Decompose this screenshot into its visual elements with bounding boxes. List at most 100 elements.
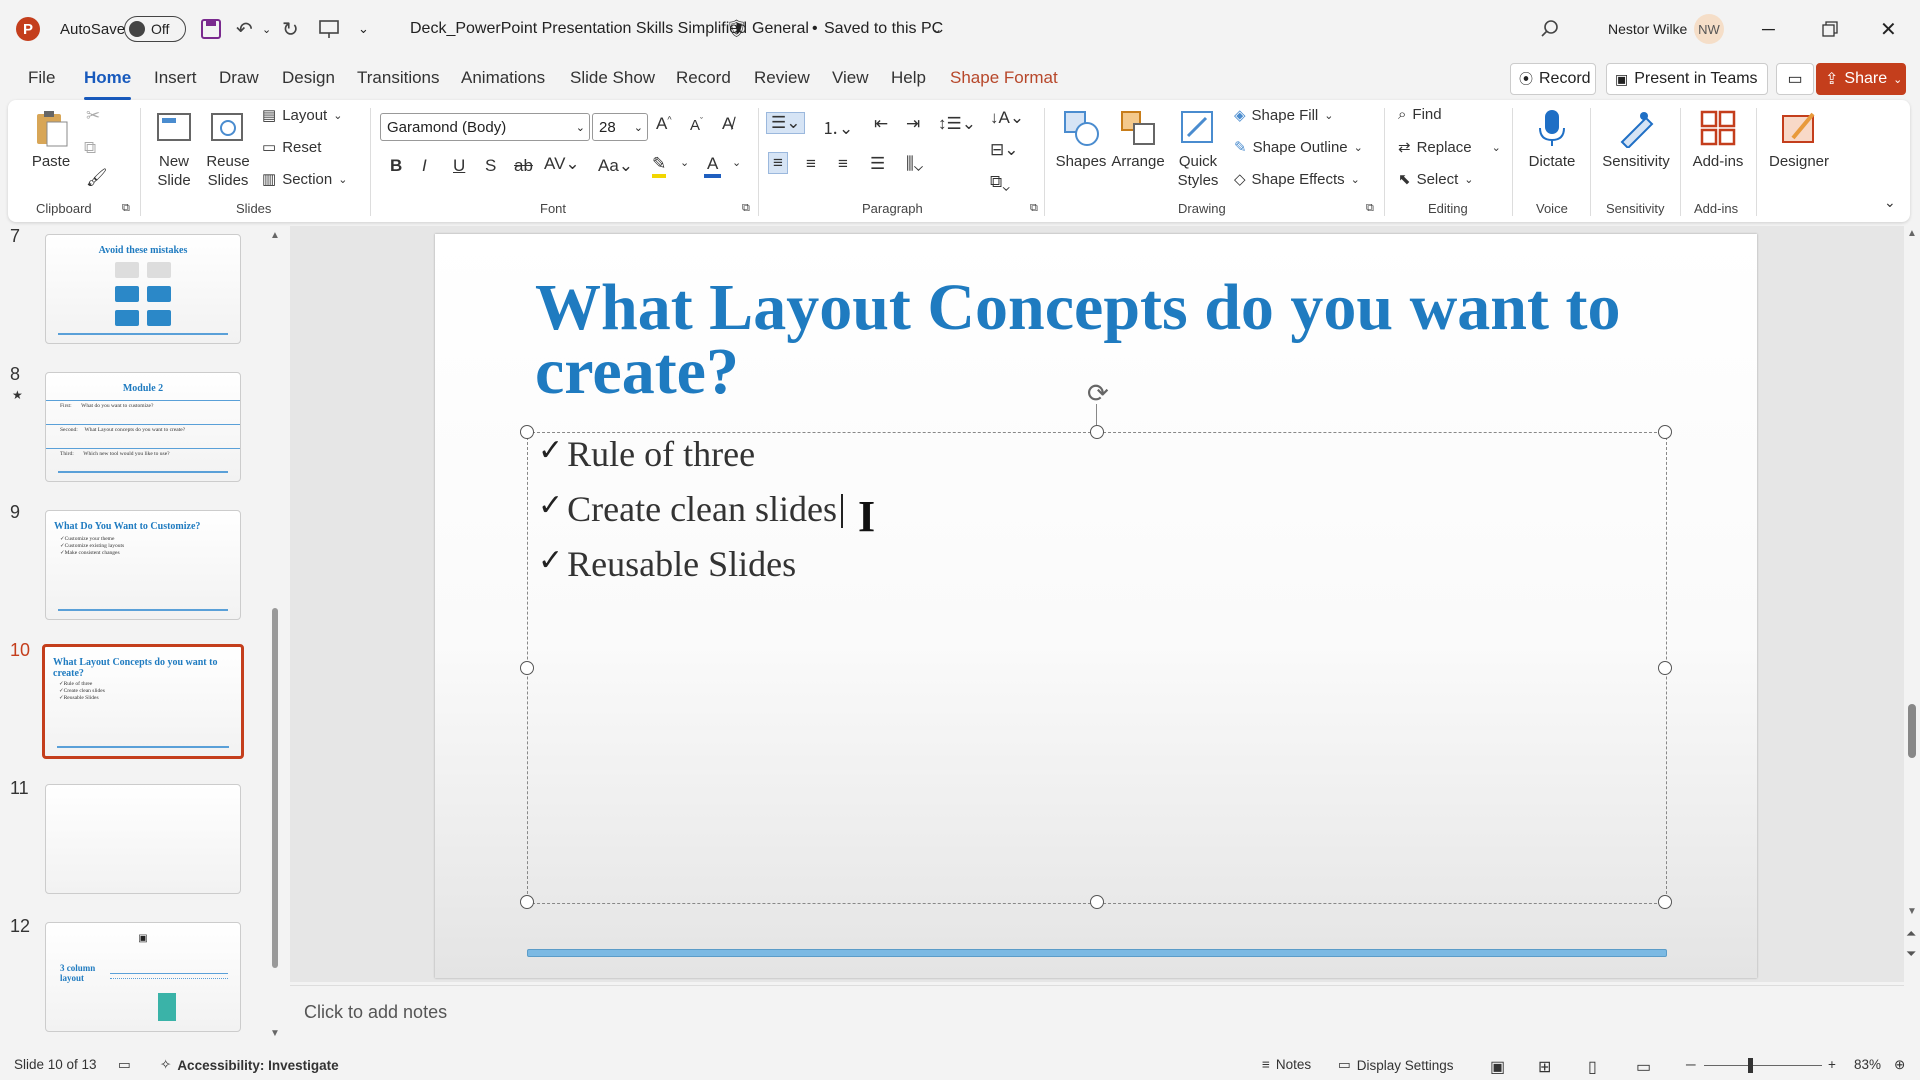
minimize-icon[interactable]: ─ — [1762, 0, 1775, 58]
format-painter-icon[interactable]: 🖌 — [86, 168, 108, 188]
slide-thumbnail-9[interactable]: What Do You Want to Customize? ✓Customiz… — [45, 510, 241, 620]
reset-button[interactable]: ▭ Reset — [262, 138, 321, 157]
add-ins-button[interactable]: Add-ins — [1690, 108, 1746, 171]
content-placeholder[interactable]: ✓ Rule of three ✓ Create clean slides ✓ Reu… — [520, 425, 1672, 909]
fit-slide-icon[interactable]: ⊕ — [1894, 1057, 1905, 1073]
align-left-icon[interactable]: ≡ — [768, 152, 788, 174]
underline-icon[interactable]: U — [453, 156, 465, 176]
autosave-toggle[interactable]: Off — [124, 16, 186, 42]
resize-handle[interactable] — [1658, 661, 1672, 675]
reuse-slides-button[interactable]: Reuse Slides — [206, 108, 250, 190]
undo-dropdown-icon[interactable]: ⌄ — [262, 0, 271, 58]
tab-file[interactable]: File — [28, 68, 55, 92]
numbering-icon[interactable]: ⒈⌄ — [822, 114, 853, 139]
redo-icon[interactable]: ↻ — [282, 0, 299, 58]
tab-insert[interactable]: Insert — [154, 68, 197, 92]
cut-icon[interactable]: ✂ — [86, 106, 100, 126]
resize-handle[interactable] — [1090, 425, 1104, 439]
slide-thumbnail-7[interactable]: Avoid these mistakes — [45, 234, 241, 344]
tab-shape-format[interactable]: Shape Format — [950, 68, 1058, 92]
align-right-icon[interactable]: ≡ — [838, 154, 848, 174]
save-status-chevron-icon[interactable]: ⌄ — [932, 0, 942, 58]
zoom-slider[interactable] — [1704, 1065, 1822, 1066]
close-icon[interactable]: ✕ — [1880, 0, 1897, 58]
strikethrough-icon[interactable]: ab — [514, 156, 533, 176]
resize-handle[interactable] — [1090, 895, 1104, 909]
slide-canvas[interactable]: What Layout Concepts do you want to crea… — [435, 234, 1757, 978]
shape-fill-button[interactable]: ◈ Shape Fill ⌄ — [1234, 106, 1333, 125]
previous-slide-icon[interactable]: ⏶ — [1906, 926, 1916, 942]
spelling-check-icon[interactable]: ▭ — [118, 1057, 131, 1073]
drawing-launcher-icon[interactable]: ⧉ — [1366, 202, 1374, 215]
highlight-chevron-icon[interactable]: ⌄ — [680, 156, 689, 169]
align-text-icon[interactable]: ⊟⌄ — [990, 140, 1019, 160]
notes-pane[interactable]: Click to add notes — [290, 985, 1904, 1035]
designer-button[interactable]: Designer — [1766, 108, 1832, 171]
paragraph-launcher-icon[interactable]: ⧉ — [1030, 202, 1038, 215]
notes-button[interactable]: ≡ Notes — [1262, 1057, 1311, 1072]
zoom-in-icon[interactable]: + — [1828, 1057, 1836, 1072]
font-size-select[interactable]: 28 ⌄ — [592, 113, 648, 141]
accessibility-button[interactable]: ✧ Accessibility: Investigate — [160, 1057, 339, 1073]
shapes-button[interactable]: Shapes — [1054, 108, 1108, 171]
restore-icon[interactable] — [1822, 0, 1838, 58]
customize-toolbar-icon[interactable]: ⌄ — [358, 0, 369, 58]
change-case-icon[interactable]: Aa⌄ — [598, 156, 633, 176]
tab-design[interactable]: Design — [282, 68, 335, 92]
document-title[interactable]: Deck_PowerPoint Presentation Skills Simp… — [410, 0, 747, 58]
resize-handle[interactable] — [1658, 895, 1672, 909]
sensitivity-button[interactable]: Sensitivity — [1598, 108, 1674, 171]
notes-placeholder[interactable]: Click to add notes — [304, 1002, 447, 1023]
slide-sorter-icon[interactable]: ⊞ — [1538, 1057, 1551, 1077]
reading-view-icon[interactable]: ▯ — [1588, 1057, 1597, 1077]
present-from-start-icon[interactable] — [318, 0, 340, 58]
clear-formatting-icon[interactable]: A̸ — [722, 114, 733, 134]
tab-animations[interactable]: Animations — [461, 68, 545, 92]
next-slide-icon[interactable]: ⏷ — [1906, 946, 1916, 962]
shape-outline-button[interactable]: ✎ Shape Outline ⌄ — [1234, 138, 1363, 157]
tab-review[interactable]: Review — [754, 68, 810, 92]
zoom-out-icon[interactable]: ─ — [1686, 1057, 1696, 1072]
resize-handle[interactable] — [520, 661, 534, 675]
scrollbar-thumb[interactable] — [272, 608, 278, 968]
tab-help[interactable]: Help — [891, 68, 926, 92]
tab-slide-show[interactable]: Slide Show — [570, 68, 655, 92]
resize-handle[interactable] — [1658, 425, 1672, 439]
collapse-ribbon-icon[interactable]: ⌄ — [1884, 194, 1896, 211]
character-spacing-icon[interactable]: AV⌄ — [544, 154, 580, 174]
save-status[interactable]: Saved to this PC — [824, 0, 943, 58]
decrease-indent-icon[interactable]: ⇤ — [874, 114, 888, 134]
tab-record[interactable]: Record — [676, 68, 731, 92]
select-button[interactable]: ⬉ Select ⌄ — [1398, 170, 1474, 189]
justify-icon[interactable]: ☰ — [870, 154, 885, 174]
scroll-down-arrow-icon[interactable]: ▼ — [1907, 906, 1917, 917]
paste-button[interactable]: Paste — [26, 108, 76, 171]
layout-button[interactable]: ▤ Layout ⌄ — [262, 106, 342, 125]
shape-effects-button[interactable]: ◇ Shape Effects ⌄ — [1234, 170, 1360, 189]
text-shadow-icon[interactable]: S — [485, 156, 496, 176]
font-color-icon[interactable]: A — [704, 154, 722, 178]
record-button[interactable]: ⦿ Record — [1510, 63, 1596, 95]
highlight-icon[interactable]: ✎ — [652, 154, 667, 178]
zoom-slider-thumb[interactable] — [1748, 1058, 1753, 1073]
scroll-up-arrow-icon[interactable]: ▲ — [1907, 228, 1917, 239]
convert-smartart-icon[interactable]: ⧉⌄ — [990, 172, 1010, 192]
copy-icon[interactable]: ⧉ — [84, 138, 96, 158]
font-family-select[interactable]: Garamond (Body) ⌄ — [380, 113, 590, 141]
font-launcher-icon[interactable]: ⧉ — [742, 202, 750, 215]
line-spacing-icon[interactable]: ↕☰⌄ — [938, 114, 976, 134]
present-in-teams-button[interactable]: ▣ Present in Teams — [1606, 63, 1768, 95]
find-button[interactable]: ⌕ Find — [1398, 106, 1442, 123]
avatar[interactable]: NW — [1694, 14, 1724, 44]
display-settings-button[interactable]: ▭ Display Settings — [1338, 1057, 1454, 1073]
resize-handle[interactable] — [520, 895, 534, 909]
zoom-level[interactable]: 83% — [1854, 1057, 1881, 1072]
slide-thumbnail-8[interactable]: Module 2 First: What do you want to cust… — [45, 372, 241, 482]
increase-font-size-icon[interactable]: A^ — [656, 114, 672, 134]
slide-thumbnail-10[interactable]: What Layout Concepts do you want to crea… — [42, 644, 244, 759]
columns-icon[interactable]: ⫼⌄ — [906, 154, 923, 174]
sensitivity-label[interactable]: General — [752, 0, 809, 58]
tab-view[interactable]: View — [832, 68, 869, 92]
increase-indent-icon[interactable]: ⇥ — [906, 114, 920, 134]
bullet-item[interactable]: ✓ Reusable Slides — [538, 543, 796, 585]
